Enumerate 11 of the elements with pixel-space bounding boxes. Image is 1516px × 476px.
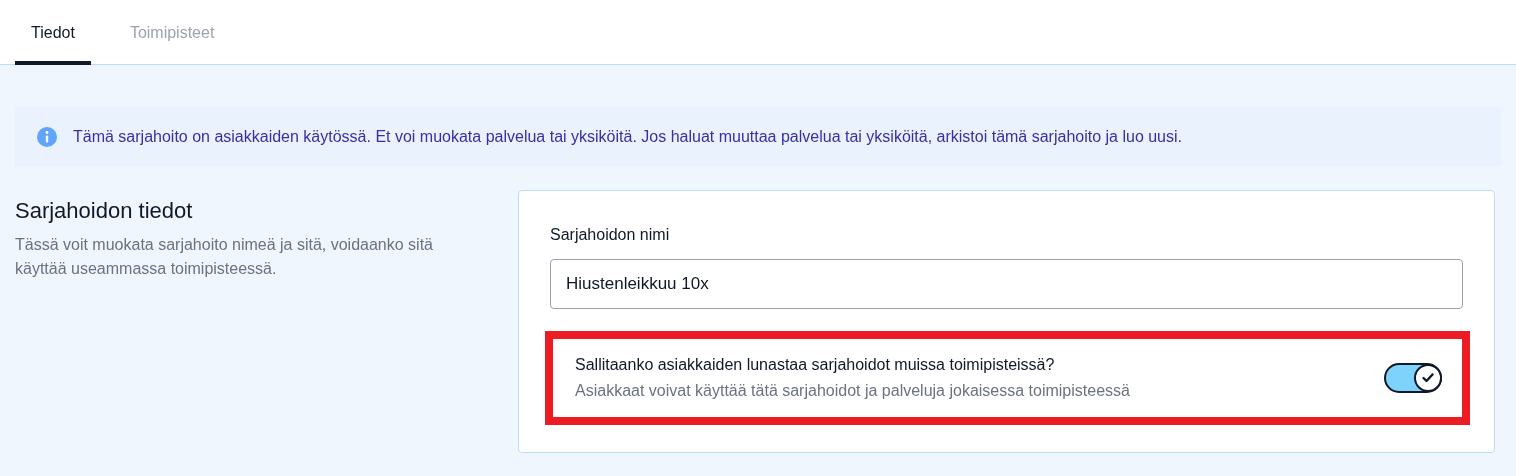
field-label: Sarjahoidon nimi bbox=[550, 225, 671, 245]
notice-text: Tämä sarjahoito on asiakkaiden käytössä. Et voi muokata palvelua tai yksiköitä. Jos haluat muuttaa palvelua tai yksiköitä, arkistoi tämä sarjahoito ja luo uusi. bbox=[73, 127, 1182, 147]
name-input-field[interactable]: Hiustenleikkuu 10x bbox=[550, 259, 1463, 309]
section-title: Sarjahoidon tiedot bbox=[15, 197, 194, 225]
section-description: Tässä voit muokata sarjahoito nimeä ja sitä, voidaanko sitä käyttää useammassa toimipisteessä. bbox=[15, 235, 434, 279]
tab[interactable]: Tiedot bbox=[15, 0, 91, 65]
setting-title: Sallitaanko asiakkaiden lunastaa sarjahoidot muissa toimipisteissä? bbox=[575, 355, 1056, 375]
setting-description: Asiakkaat voivat käyttää tätä sarjahoidot ja palveluja jokaisessa toimipisteessä bbox=[575, 381, 1130, 401]
info-icon bbox=[37, 127, 57, 147]
toggle-switch[interactable] bbox=[1384, 363, 1442, 393]
check-icon bbox=[1422, 373, 1434, 383]
